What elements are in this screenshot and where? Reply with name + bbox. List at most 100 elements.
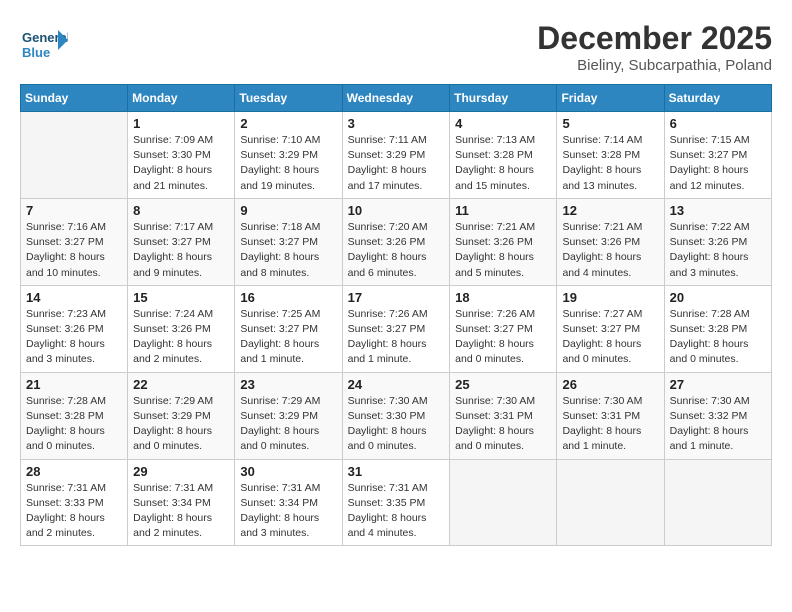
day-info: Sunrise: 7:21 AMSunset: 3:26 PMDaylight:… — [562, 220, 658, 281]
day-number: 15 — [133, 290, 229, 305]
day-number: 26 — [562, 377, 658, 392]
day-number: 3 — [348, 116, 445, 131]
calendar-cell: 19 Sunrise: 7:27 AMSunset: 3:27 PMDayligh… — [557, 285, 664, 372]
calendar-cell: 4 Sunrise: 7:13 AMSunset: 3:28 PMDaylight… — [450, 112, 557, 199]
calendar-cell: 25Sunrise: 7:30 AMSunset: 3:31 PMDayligh… — [450, 372, 557, 459]
calendar-cell: 24 Sunrise: 7:30 AMSunset: 3:30 PMDayligh… — [342, 372, 450, 459]
calendar-cell — [21, 112, 128, 199]
day-number: 6 — [670, 116, 766, 131]
calendar-cell: 18 Sunrise: 7:26 AMSunset: 3:27 PMDayligh… — [450, 285, 557, 372]
calendar-cell: 11 Sunrise: 7:21 AMSunset: 3:26 PMDayligh… — [450, 198, 557, 285]
weekday-header-wednesday: Wednesday — [342, 85, 450, 112]
logo-icon: General Blue — [20, 20, 68, 68]
calendar-cell: 9 Sunrise: 7:18 AMSunset: 3:27 PMDaylight… — [235, 198, 342, 285]
day-info: Sunrise: 7:17 AMSunset: 3:27 PMDaylight:… — [133, 220, 229, 281]
day-info: Sunrise: 7:10 AMSunset: 3:29 PMDaylight:… — [240, 133, 336, 194]
day-info: Sunrise: 7:16 AMSunset: 3:27 PMDaylight:… — [26, 220, 122, 281]
weekday-header-saturday: Saturday — [664, 85, 771, 112]
calendar-cell: 2 Sunrise: 7:10 AMSunset: 3:29 PMDaylight… — [235, 112, 342, 199]
calendar-cell: 13 Sunrise: 7:22 AMSunset: 3:26 PMDayligh… — [664, 198, 771, 285]
calendar-week-1: 1Sunrise: 7:09 AMSunset: 3:30 PMDaylight… — [21, 112, 772, 199]
day-number: 1 — [133, 116, 229, 131]
logo: General Blue — [20, 20, 72, 68]
day-number: 28 — [26, 464, 122, 479]
day-number: 20 — [670, 290, 766, 305]
day-number: 4 — [455, 116, 551, 131]
day-number: 10 — [348, 203, 445, 218]
day-number: 18 — [455, 290, 551, 305]
calendar-cell: 30Sunrise: 7:31 AMSunset: 3:34 PMDayligh… — [235, 459, 342, 546]
day-number: 19 — [562, 290, 658, 305]
calendar-cell: 12 Sunrise: 7:21 AMSunset: 3:26 PMDayligh… — [557, 198, 664, 285]
weekday-header-monday: Monday — [128, 85, 235, 112]
day-info: Sunrise: 7:28 AMSunset: 3:28 PMDaylight:… — [670, 307, 766, 368]
title-block: December 2025 Bieliny, Subcarpathia, Pol… — [537, 20, 772, 74]
day-number: 13 — [670, 203, 766, 218]
page-header: General Blue December 2025 Bieliny, Subc… — [20, 20, 772, 74]
day-info: Sunrise: 7:25 AMSunset: 3:27 PMDaylight:… — [240, 307, 336, 368]
calendar-cell: 20 Sunrise: 7:28 AMSunset: 3:28 PMDayligh… — [664, 285, 771, 372]
day-number: 24 — [348, 377, 445, 392]
day-info: Sunrise: 7:27 AMSunset: 3:27 PMDaylight:… — [562, 307, 658, 368]
weekday-header-sunday: Sunday — [21, 85, 128, 112]
calendar-cell: 22 Sunrise: 7:29 AMSunset: 3:29 PMDayligh… — [128, 372, 235, 459]
weekday-header-thursday: Thursday — [450, 85, 557, 112]
day-info: Sunrise: 7:30 AMSunset: 3:31 PMDaylight:… — [562, 394, 658, 455]
day-info: Sunrise: 7:30 AMSunset: 3:32 PMDaylight:… — [670, 394, 766, 455]
day-info: Sunrise: 7:11 AMSunset: 3:29 PMDaylight:… — [348, 133, 445, 194]
day-info: Sunrise: 7:31 AMSunset: 3:34 PMDaylight:… — [133, 481, 229, 542]
svg-text:Blue: Blue — [22, 45, 50, 60]
calendar-cell: 29Sunrise: 7:31 AMSunset: 3:34 PMDayligh… — [128, 459, 235, 546]
calendar-cell: 27 Sunrise: 7:30 AMSunset: 3:32 PMDayligh… — [664, 372, 771, 459]
day-info: Sunrise: 7:29 AMSunset: 3:29 PMDaylight:… — [240, 394, 336, 455]
calendar-cell: 16 Sunrise: 7:25 AMSunset: 3:27 PMDayligh… — [235, 285, 342, 372]
day-info: Sunrise: 7:30 AMSunset: 3:30 PMDaylight:… — [348, 394, 445, 455]
day-number: 16 — [240, 290, 336, 305]
calendar-week-5: 28 Sunrise: 7:31 AMSunset: 3:33 PMDayligh… — [21, 459, 772, 546]
day-info: Sunrise: 7:15 AMSunset: 3:27 PMDaylight:… — [670, 133, 766, 194]
day-number: 30 — [240, 464, 336, 479]
day-number: 12 — [562, 203, 658, 218]
day-number: 11 — [455, 203, 551, 218]
calendar-cell: 31 Sunrise: 7:31 AMSunset: 3:35 PMDayligh… — [342, 459, 450, 546]
day-info: Sunrise: 7:26 AMSunset: 3:27 PMDaylight:… — [455, 307, 551, 368]
day-info: Sunrise: 7:26 AMSunset: 3:27 PMDaylight:… — [348, 307, 445, 368]
calendar-cell: 28 Sunrise: 7:31 AMSunset: 3:33 PMDayligh… — [21, 459, 128, 546]
calendar-cell — [450, 459, 557, 546]
calendar-cell: 1Sunrise: 7:09 AMSunset: 3:30 PMDaylight… — [128, 112, 235, 199]
weekday-header-tuesday: Tuesday — [235, 85, 342, 112]
day-info: Sunrise: 7:22 AMSunset: 3:26 PMDaylight:… — [670, 220, 766, 281]
day-info: Sunrise: 7:28 AMSunset: 3:28 PMDaylight:… — [26, 394, 122, 455]
calendar-cell: 14Sunrise: 7:23 AMSunset: 3:26 PMDayligh… — [21, 285, 128, 372]
calendar-cell: 17Sunrise: 7:26 AMSunset: 3:27 PMDayligh… — [342, 285, 450, 372]
day-number: 7 — [26, 203, 122, 218]
day-info: Sunrise: 7:13 AMSunset: 3:28 PMDaylight:… — [455, 133, 551, 194]
day-info: Sunrise: 7:18 AMSunset: 3:27 PMDaylight:… — [240, 220, 336, 281]
day-info: Sunrise: 7:31 AMSunset: 3:33 PMDaylight:… — [26, 481, 122, 542]
calendar-cell: 5Sunrise: 7:14 AMSunset: 3:28 PMDaylight… — [557, 112, 664, 199]
day-info: Sunrise: 7:21 AMSunset: 3:26 PMDaylight:… — [455, 220, 551, 281]
calendar-cell — [557, 459, 664, 546]
calendar-cell: 8 Sunrise: 7:17 AMSunset: 3:27 PMDaylight… — [128, 198, 235, 285]
day-number: 27 — [670, 377, 766, 392]
calendar-cell: 23Sunrise: 7:29 AMSunset: 3:29 PMDayligh… — [235, 372, 342, 459]
calendar-header-row: SundayMondayTuesdayWednesdayThursdayFrid… — [21, 85, 772, 112]
day-info: Sunrise: 7:23 AMSunset: 3:26 PMDaylight:… — [26, 307, 122, 368]
day-number: 31 — [348, 464, 445, 479]
day-number: 2 — [240, 116, 336, 131]
calendar-cell — [664, 459, 771, 546]
day-info: Sunrise: 7:31 AMSunset: 3:35 PMDaylight:… — [348, 481, 445, 542]
day-info: Sunrise: 7:29 AMSunset: 3:29 PMDaylight:… — [133, 394, 229, 455]
calendar-table: SundayMondayTuesdayWednesdayThursdayFrid… — [20, 84, 772, 546]
calendar-cell: 26 Sunrise: 7:30 AMSunset: 3:31 PMDayligh… — [557, 372, 664, 459]
location-subtitle: Bieliny, Subcarpathia, Poland — [537, 57, 772, 74]
calendar-cell: 15Sunrise: 7:24 AMSunset: 3:26 PMDayligh… — [128, 285, 235, 372]
day-info: Sunrise: 7:20 AMSunset: 3:26 PMDaylight:… — [348, 220, 445, 281]
day-number: 8 — [133, 203, 229, 218]
day-number: 22 — [133, 377, 229, 392]
calendar-body: 1Sunrise: 7:09 AMSunset: 3:30 PMDaylight… — [21, 112, 772, 546]
calendar-cell: 21Sunrise: 7:28 AMSunset: 3:28 PMDayligh… — [21, 372, 128, 459]
day-info: Sunrise: 7:30 AMSunset: 3:31 PMDaylight:… — [455, 394, 551, 455]
weekday-header-friday: Friday — [557, 85, 664, 112]
day-number: 9 — [240, 203, 336, 218]
